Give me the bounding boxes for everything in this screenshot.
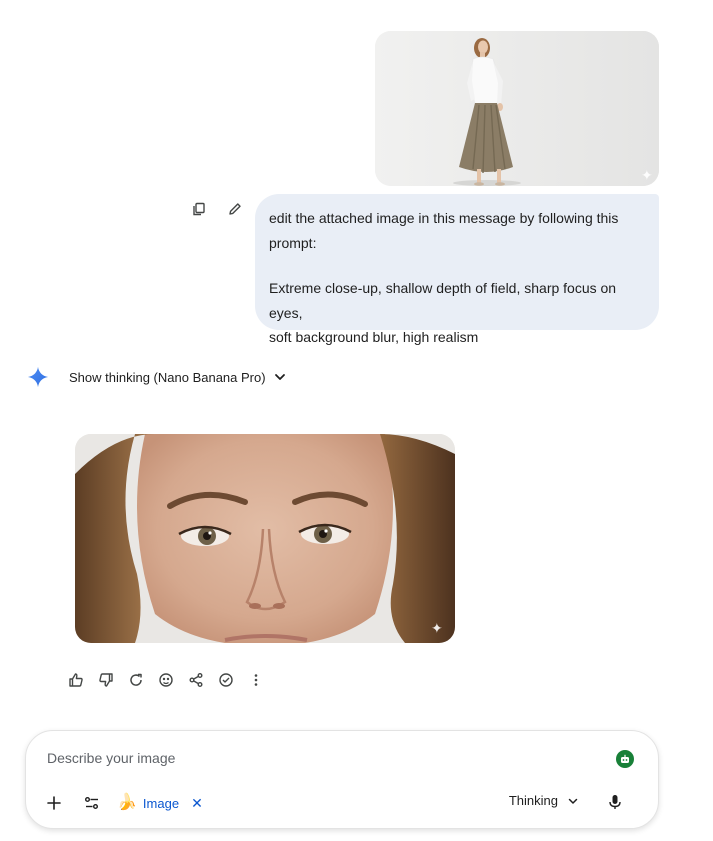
thumbs-down-icon[interactable] xyxy=(97,671,115,689)
close-icon[interactable]: ✕ xyxy=(191,795,203,812)
image-tool-chip[interactable]: 🍌 Image ✕ xyxy=(117,795,203,812)
thumbs-up-icon[interactable] xyxy=(67,671,85,689)
more-vert-icon[interactable] xyxy=(247,671,265,689)
user-message-line: edit the attached image in this message … xyxy=(269,210,619,226)
user-message-line: Extreme close-up, shallow depth of field… xyxy=(269,280,617,321)
share-icon[interactable] xyxy=(187,671,205,689)
generated-image[interactable]: ✦ xyxy=(75,434,455,643)
user-message-line: prompt: xyxy=(269,234,317,251)
chevron-down-icon xyxy=(568,798,578,804)
user-message-actions xyxy=(190,200,244,218)
sparkle-icon: ✦ xyxy=(431,620,443,636)
woman-face-closeup-photo xyxy=(75,434,455,643)
user-message-line: soft background blur, high realism xyxy=(269,329,479,345)
copy-icon[interactable] xyxy=(190,200,208,218)
mic-icon[interactable] xyxy=(606,793,624,816)
regenerate-icon[interactable] xyxy=(127,671,145,689)
user-message-bubble: edit the attached image in this message … xyxy=(255,194,659,345)
composer-toolbar: 🍌 Image ✕ Thinking xyxy=(42,791,642,815)
show-thinking-label: Show thinking (Nano Banana Pro) xyxy=(69,369,266,385)
assistant-badge-icon[interactable] xyxy=(616,750,634,768)
sparkle-icon: ✦ xyxy=(641,167,653,183)
mode-selector[interactable]: Thinking xyxy=(509,793,580,808)
tools-icon[interactable] xyxy=(83,794,101,812)
edit-pencil-icon[interactable] xyxy=(226,200,244,218)
plus-icon[interactable] xyxy=(45,794,63,812)
show-thinking-toggle[interactable]: Show thinking (Nano Banana Pro) xyxy=(69,369,288,385)
attached-image[interactable]: ✦ xyxy=(375,31,659,186)
prompt-composer: 🍌 Image ✕ Thinking xyxy=(25,730,659,829)
prompt-input[interactable] xyxy=(47,750,587,766)
banana-icon: 🍌 xyxy=(117,794,137,811)
double-check-icon[interactable] xyxy=(217,671,235,689)
chevron-down-icon xyxy=(274,374,285,380)
woman-full-body-photo xyxy=(375,31,659,186)
mode-label: Thinking xyxy=(508,793,558,808)
modify-icon[interactable] xyxy=(157,671,175,689)
gemini-sparkle-icon xyxy=(27,366,49,388)
response-actions xyxy=(67,671,265,689)
image-tool-chip-label: Image xyxy=(142,795,180,811)
